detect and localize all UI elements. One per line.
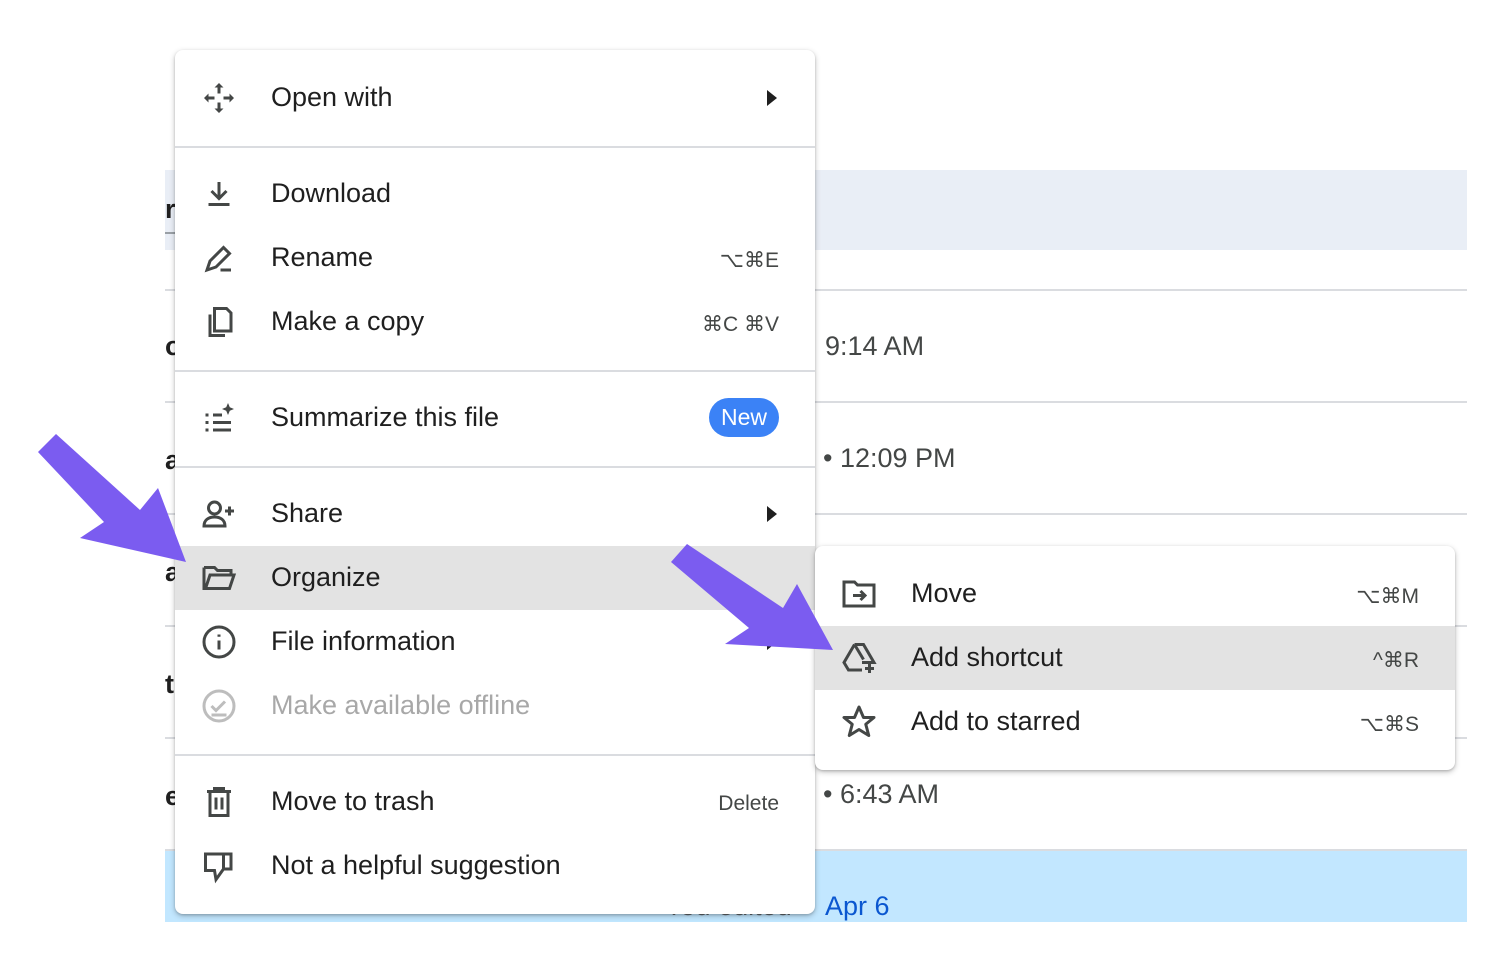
menu-item-download[interactable]: Download [175,162,815,226]
menu-item-label: Rename [271,242,374,272]
keyboard-shortcut: ⌥⌘S [1359,713,1419,736]
submenu-arrow-icon [767,506,777,522]
modified-time: 9:14 AM [825,331,925,361]
submenu-item-add-to-starred[interactable]: Add to starred ⌥⌘S [815,690,1455,754]
menu-item-label: Organize [271,562,381,592]
add-shortcut-icon [842,643,877,673]
menu-item-label: Open with [271,82,393,112]
modified-time: • 6:43 AM [823,779,940,809]
copy-icon [208,307,233,337]
menu-item-open-with[interactable]: Open with [175,66,815,130]
summarize-sparkle-icon [205,403,234,432]
rename-pencil-icon [204,245,232,273]
annotation-arrow-add-shortcut [671,544,833,650]
menu-item-summarize[interactable]: Summarize this file New [175,386,815,450]
menu-item-make-available-offline[interactable]: Make available offline [175,674,815,738]
move-folder-icon [842,580,876,608]
menu-divider [175,754,815,756]
menu-item-label: Share [271,498,344,528]
menu-divider [175,146,815,148]
menu-item-label: Move [911,578,978,608]
context-menu: Open with Download Rename ⌥⌘E Make a cop… [175,50,815,914]
menu-item-make-a-copy[interactable]: Make a copy ⌘C ⌘V [175,290,815,354]
info-icon [202,625,236,659]
menu-item-move-to-trash[interactable]: Move to trash Delete [175,770,815,834]
menu-item-not-helpful[interactable]: Not a helpful suggestion [175,834,815,898]
menu-item-label: File information [271,626,456,656]
menu-item-share[interactable]: Share [175,482,815,546]
keyboard-shortcut: ^⌘R [1372,649,1419,672]
download-icon [208,182,230,206]
star-icon [842,705,876,737]
menu-divider [175,370,815,372]
menu-item-label: Summarize this file [271,402,500,432]
offline-check-icon [202,689,236,723]
keyboard-shortcut: ⌥⌘E [719,249,779,272]
submenu-item-add-shortcut[interactable]: Add shortcut ^⌘R [815,626,1455,690]
keyboard-shortcut: Delete [718,792,779,815]
annotation-arrow-organize [38,434,186,562]
modified-time: • 12:09 PM [823,443,956,473]
new-badge: New [708,398,779,437]
keyboard-shortcut: ⌥⌘M [1356,585,1419,608]
submenu-arrow-icon [767,90,777,106]
menu-item-label: Move to trash [271,786,435,816]
organize-submenu: Move ⌥⌘M Add shortcut ^⌘R Add to starred… [815,546,1455,770]
thumbs-down-icon [204,852,233,884]
folder-open-icon [202,566,237,590]
menu-item-label: Make available offline [271,690,531,720]
menu-item-label: Not a helpful suggestion [271,850,561,880]
trash-icon [207,787,231,817]
move-arrows-icon [204,83,234,113]
menu-item-label: Add shortcut [911,642,1063,672]
menu-item-rename[interactable]: Rename ⌥⌘E [175,226,815,290]
menu-item-label: Make a copy [271,306,425,336]
menu-divider [175,466,815,468]
keyboard-shortcut: ⌘C ⌘V [701,313,779,336]
menu-item-label: Add to starred [911,706,1081,736]
submenu-item-move[interactable]: Move ⌥⌘M [815,562,1455,626]
menu-item-label: Download [271,178,392,208]
person-add-icon [202,500,234,528]
modified-date: Apr 6 [825,891,890,921]
